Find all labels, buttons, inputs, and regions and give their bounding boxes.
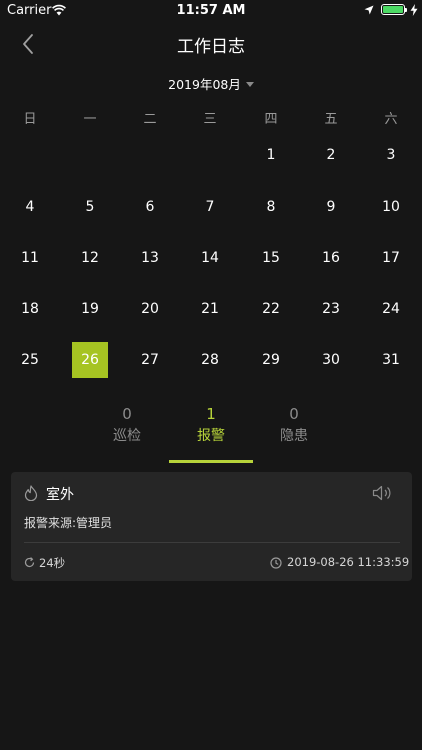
calendar-day[interactable]: 13	[132, 240, 168, 276]
calendar-day-selected[interactable]: 26	[72, 342, 108, 378]
calendar-day[interactable]: 23	[313, 291, 349, 327]
tab-label: 报警	[197, 428, 225, 444]
calendar-day[interactable]: 31	[373, 342, 409, 378]
tab-2[interactable]: 0 隐患	[252, 404, 336, 447]
tab-count: 1	[206, 405, 216, 423]
record-source: 报警来源:管理员	[24, 516, 113, 530]
alarm-record-card[interactable]: 室外 报警来源:管理员 24秒 2019-08-26 11:33:59	[11, 472, 412, 581]
calendar-day[interactable]: 29	[253, 342, 289, 378]
tab-1[interactable]: 1 报警	[169, 404, 253, 447]
calendar-day[interactable]: 15	[253, 240, 289, 276]
clock-icon	[270, 557, 282, 569]
active-tab-indicator	[169, 460, 253, 463]
calendar-day[interactable]: 9	[313, 189, 349, 225]
refresh-icon	[24, 557, 35, 568]
calendar-day[interactable]: 10	[373, 189, 409, 225]
calendar-day[interactable]: 20	[132, 291, 168, 327]
calendar-day[interactable]: 7	[192, 189, 228, 225]
screen: Carrier 11:57 AM 工作日志 2019年08月 日一二三四五六 1…	[0, 0, 422, 750]
calendar-day[interactable]: 21	[192, 291, 228, 327]
calendar-grid: 1 2 3 4 5 6 7 8 9 10 11 12 13 14 15 16 17 18 19 20 21 22 23 24 2…	[0, 0, 422, 400]
fire-icon	[24, 485, 38, 501]
record-timestamp: 2019-08-26 11:33:59	[287, 555, 410, 569]
calendar-day[interactable]: 22	[253, 291, 289, 327]
tab-label: 隐患	[280, 428, 308, 444]
tab-label: 巡检	[113, 428, 141, 444]
calendar-day[interactable]: 3	[373, 137, 409, 173]
tab-count: 0	[289, 405, 299, 423]
calendar-day[interactable]: 16	[313, 240, 349, 276]
record-title: 室外	[46, 487, 74, 503]
calendar-day[interactable]: 4	[12, 189, 48, 225]
card-divider	[24, 542, 400, 543]
calendar-day[interactable]: 19	[72, 291, 108, 327]
calendar-day[interactable]: 1	[253, 137, 289, 173]
calendar-day[interactable]: 18	[12, 291, 48, 327]
calendar-day[interactable]: 5	[72, 189, 108, 225]
calendar-day[interactable]: 14	[192, 240, 228, 276]
calendar-day[interactable]: 12	[72, 240, 108, 276]
calendar-day[interactable]: 17	[373, 240, 409, 276]
speaker-icon[interactable]	[372, 485, 394, 501]
record-duration: 24秒	[39, 556, 66, 570]
calendar-day[interactable]: 24	[373, 291, 409, 327]
calendar-day[interactable]: 25	[12, 342, 48, 378]
calendar-day[interactable]: 6	[132, 189, 168, 225]
tab-count: 0	[122, 405, 132, 423]
tab-0[interactable]: 0 巡检	[85, 404, 169, 447]
calendar-day[interactable]: 30	[313, 342, 349, 378]
calendar-day[interactable]: 28	[192, 342, 228, 378]
calendar-day[interactable]: 27	[132, 342, 168, 378]
calendar-day[interactable]: 8	[253, 189, 289, 225]
category-tabs: 0 巡检 1 报警 0 隐患	[0, 404, 422, 466]
calendar-day[interactable]: 2	[313, 137, 349, 173]
calendar-day[interactable]: 11	[12, 240, 48, 276]
